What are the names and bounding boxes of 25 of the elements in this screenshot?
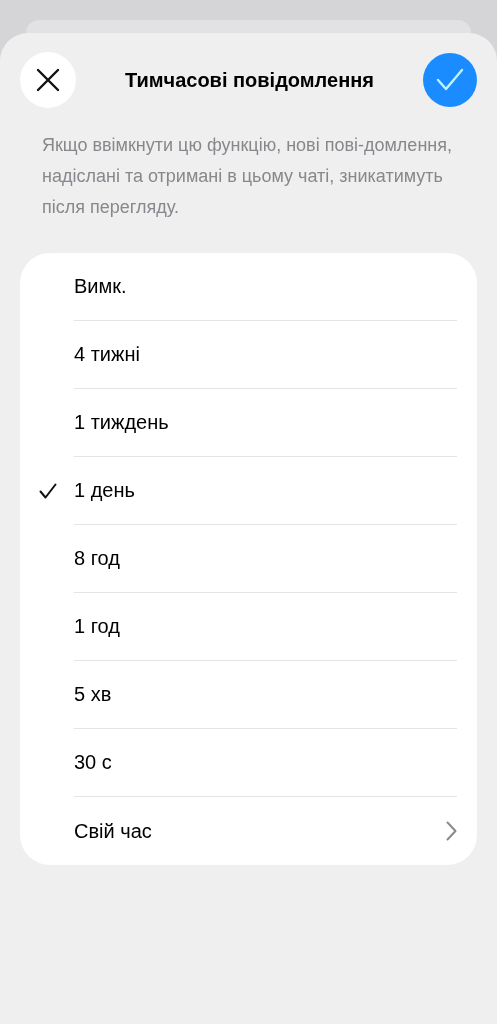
option-row[interactable]: 8 год: [20, 525, 477, 593]
option-label: 4 тижні: [74, 343, 140, 366]
option-row[interactable]: Свій час: [20, 797, 477, 865]
sheet-title: Тимчасові повідомлення: [125, 68, 374, 92]
option-label: Свій час: [74, 819, 152, 843]
close-icon: [36, 68, 60, 92]
option-row[interactable]: Вимк.: [20, 253, 477, 321]
confirm-button[interactable]: [423, 53, 477, 107]
option-row[interactable]: 1 год: [20, 593, 477, 661]
option-label: 1 тиждень: [74, 411, 169, 434]
checkmark-icon: [436, 68, 464, 92]
description-text: Якщо ввімкнути цю функцію, нові пові-домлення, надіслані та отримані в цьому чаті, зникатимуть після перегляду.: [42, 134, 453, 219]
option-label: 1 год: [74, 615, 120, 638]
option-label: 5 хв: [74, 683, 112, 706]
option-row[interactable]: 30 с: [20, 729, 477, 797]
option-row[interactable]: 4 тижні: [20, 321, 477, 389]
option-label: 8 год: [74, 547, 120, 570]
option-label: Вимк.: [74, 275, 127, 298]
option-row[interactable]: 1 день: [20, 457, 477, 525]
option-label: 1 день: [74, 479, 135, 502]
option-row[interactable]: 5 хв: [20, 661, 477, 729]
close-button[interactable]: [20, 52, 76, 108]
option-label: 30 с: [74, 751, 112, 774]
chevron-right-icon: [446, 821, 457, 841]
option-row[interactable]: 1 тиждень: [20, 389, 477, 457]
